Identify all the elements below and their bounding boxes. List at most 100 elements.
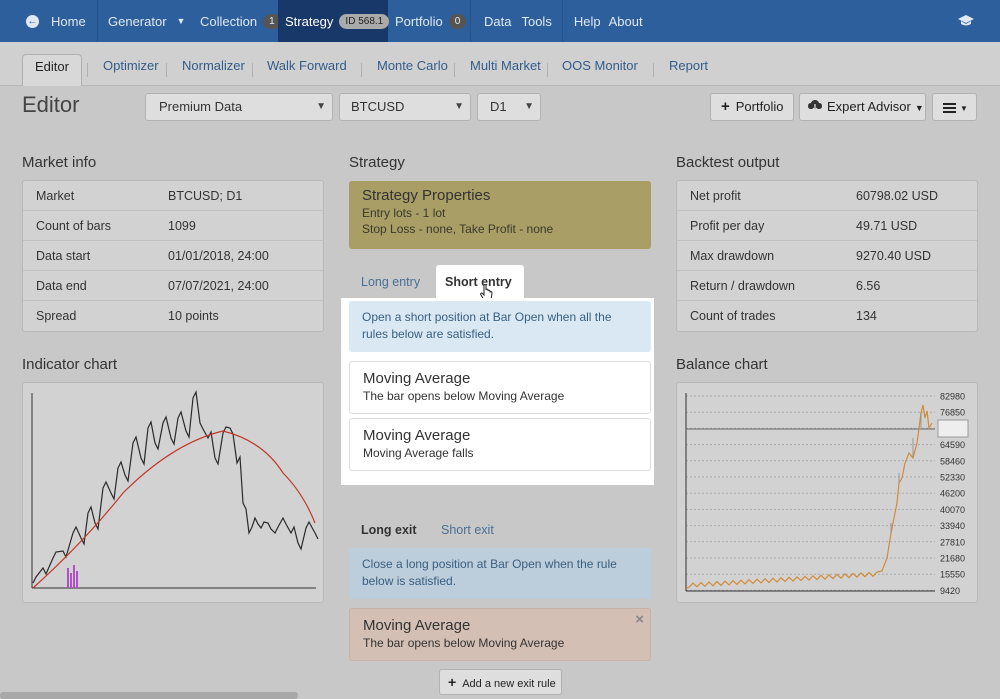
nav-strategy[interactable]: Strategy ID 568.1 [278, 0, 390, 42]
indicator-chart-title: Indicator chart [22, 356, 118, 373]
tab-short-entry-label: Short entry [445, 275, 512, 289]
balance-chart-panel[interactable]: 8298076850707986459058460523304620040070… [676, 382, 978, 603]
volume-bar [70, 573, 72, 588]
portfolio-button[interactable]: + Portfolio [710, 93, 794, 121]
y-tick-label: 46200 [940, 489, 965, 499]
indicator-chart-panel[interactable] [22, 382, 324, 603]
nav-collection[interactable]: Collection 1 [190, 0, 281, 42]
table-row: Market BTCUSD; D1 [23, 181, 323, 211]
tab-oos-monitor[interactable]: OOS Monitor [550, 54, 650, 86]
tab-long-entry[interactable]: Long entry [361, 275, 420, 289]
horizontal-scrollbar[interactable] [0, 692, 298, 699]
row-key: Net profit [690, 189, 741, 203]
chevron-down-icon: ▼ [524, 101, 534, 112]
chevron-down-icon: ▼ [176, 16, 186, 26]
plus-icon: + [448, 674, 457, 690]
nav-about[interactable]: About [605, 0, 653, 42]
y-tick-label: 76850 [940, 408, 965, 418]
portfolio-count-badge: 0 [448, 13, 467, 29]
graduation-cap-icon[interactable] [958, 14, 974, 28]
period-value: D1 [490, 99, 507, 114]
row-value: BTCUSD; D1 [168, 189, 243, 203]
tab-optimizer[interactable]: Optimizer [91, 54, 171, 86]
tab-monte-carlo[interactable]: Monte Carlo [365, 54, 460, 86]
table-row: Net profit 60798.02 USD [677, 181, 977, 211]
backtest-table: Net profit 60798.02 USD Profit per day 49.… [676, 180, 978, 332]
tab-short-exit[interactable]: Short exit [441, 523, 494, 537]
row-value: 10 points [168, 309, 219, 323]
table-row: Data start 01/01/2018, 24:00 [23, 241, 323, 271]
y-tick-label: 40070 [940, 505, 965, 515]
expert-advisor-button[interactable]: Expert Advisor ▼ [799, 93, 926, 121]
nav-portfolio[interactable]: Portfolio 0 [388, 0, 470, 42]
period-select[interactable]: D1 ▼ [477, 93, 541, 121]
nav-help[interactable]: Help [563, 0, 605, 42]
back-arrow-icon: ← [26, 14, 39, 28]
exit-rule-card[interactable]: Moving Average The bar opens below Movin… [349, 608, 651, 661]
table-row: Data end 07/07/2021, 24:00 [23, 271, 323, 301]
cloud-download-icon [808, 95, 822, 121]
y-tick-label: 58460 [940, 456, 965, 466]
nav-generator-label: Generator [108, 13, 167, 29]
nav-tools[interactable]: Tools [518, 0, 561, 42]
row-key: Return / drawdown [690, 279, 795, 293]
market-info-title: Market info [22, 154, 97, 171]
row-key: Count of bars [36, 219, 112, 233]
tab-long-exit[interactable]: Long exit [361, 523, 417, 537]
symbol-value: BTCUSD [351, 99, 405, 114]
nav-home[interactable]: ← Home [0, 0, 97, 42]
row-key: Data end [36, 279, 87, 293]
y-tick-label: 21680 [940, 554, 965, 564]
top-navbar: ← Home Generator ▼ Collection 1 Strategy… [0, 0, 1000, 42]
y-tick-label: 52330 [940, 473, 965, 483]
chevron-down-icon: ▼ [454, 101, 464, 112]
row-key: Max drawdown [690, 249, 775, 263]
tab-multi-market[interactable]: Multi Market [458, 54, 553, 86]
rule-title: Moving Average [363, 617, 471, 634]
volume-bar [67, 568, 69, 588]
backtest-output-title: Backtest output [676, 154, 780, 171]
tab-editor[interactable]: Editor [22, 54, 82, 86]
row-key: Data start [36, 249, 91, 263]
entry-rule-card[interactable]: Moving Average Moving Average falls [349, 418, 651, 471]
tab-normalizer[interactable]: Normalizer [170, 54, 257, 86]
page-title: Editor [22, 92, 80, 117]
add-exit-rule-label: Add a new exit rule [462, 678, 556, 690]
row-value: 60798.02 USD [856, 189, 939, 203]
symbol-select[interactable]: BTCUSD ▼ [339, 93, 471, 121]
strategy-title: Strategy [349, 154, 405, 171]
current-value-marker [937, 419, 969, 438]
rule-title: Moving Average [363, 427, 471, 444]
nav-data[interactable]: Data [471, 0, 518, 42]
table-row: Profit per day 49.71 USD [677, 211, 977, 241]
chevron-down-icon: ▼ [316, 101, 326, 112]
row-value: 134 [856, 309, 877, 323]
strategy-properties-title: Strategy Properties [362, 187, 491, 204]
row-value: 9270.40 USD [856, 249, 932, 263]
balance-chart-title: Balance chart [676, 356, 768, 373]
row-value: 49.71 USD [856, 219, 918, 233]
tab-walk-forward[interactable]: Walk Forward [255, 54, 359, 86]
data-source-select[interactable]: Premium Data ▼ [145, 93, 333, 121]
table-row: Max drawdown 9270.40 USD [677, 241, 977, 271]
short-entry-note: Open a short position at Bar Open when a… [349, 301, 651, 352]
nav-generator[interactable]: Generator ▼ [98, 0, 190, 42]
chevron-down-icon: ▼ [960, 104, 968, 113]
table-row: Count of bars 1099 [23, 211, 323, 241]
tab-report[interactable]: Report [657, 54, 720, 86]
rule-title: Moving Average [363, 370, 471, 387]
indicator-chart [31, 389, 319, 589]
row-key: Count of trades [690, 309, 776, 323]
portfolio-button-label: Portfolio [735, 99, 784, 114]
strategy-properties[interactable]: Strategy Properties Entry lots - 1 lot S… [349, 181, 651, 249]
add-exit-rule-button[interactable]: + Add a new exit rule [439, 669, 562, 695]
entry-lots-text: Entry lots - 1 lot [362, 206, 446, 220]
y-tick-label: 15550 [940, 570, 965, 580]
nav-strategy-label: Strategy [285, 13, 334, 29]
entry-rule-card[interactable]: Moving Average The bar opens below Movin… [349, 361, 651, 414]
expert-advisor-label: Expert Advisor [827, 99, 911, 114]
close-icon[interactable]: × [635, 611, 644, 628]
menu-button[interactable]: ▼ [932, 93, 977, 121]
nav-home-label: Home [51, 13, 86, 29]
table-row: Return / drawdown 6.56 [677, 271, 977, 301]
